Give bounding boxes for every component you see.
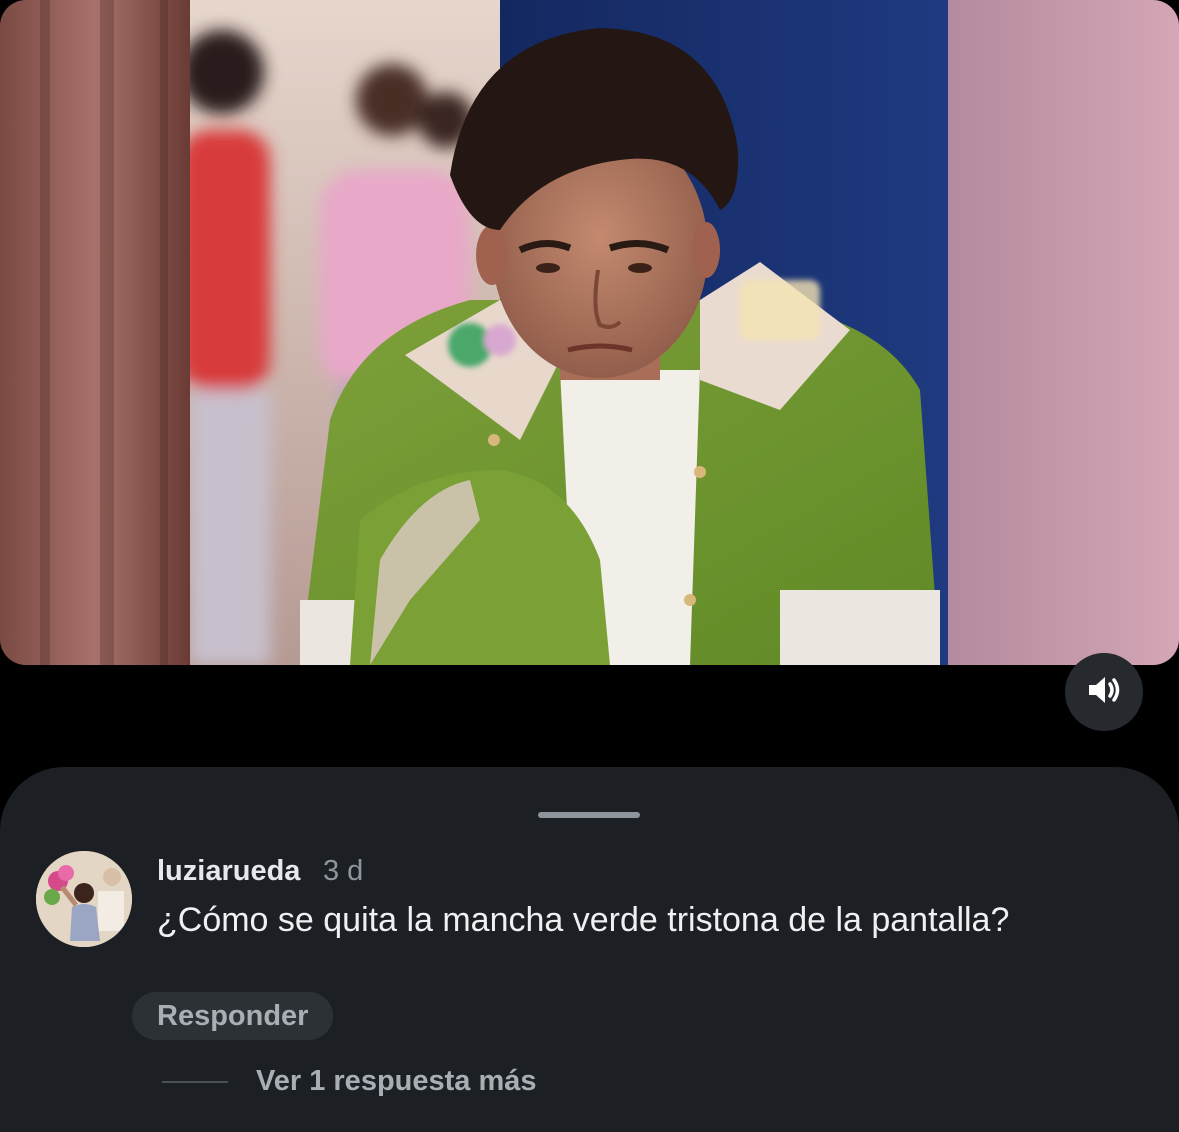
comment-username[interactable]: luziarueda — [157, 855, 300, 888]
reply-label: Responder — [157, 999, 309, 1032]
reel-screen: 356 luziarueda 3 d ¿Cómo se quita la man… — [0, 0, 1179, 1132]
replies-divider — [162, 1081, 228, 1083]
comments-sheet: luziarueda 3 d ¿Cómo se quita la mancha … — [0, 767, 1179, 1132]
reply-button[interactable]: Responder — [132, 992, 334, 1040]
comment-timestamp: 3 d — [323, 855, 364, 887]
sound-toggle-button[interactable] — [1065, 653, 1143, 731]
video-player[interactable] — [0, 0, 1179, 665]
sheet-drag-handle[interactable] — [538, 812, 640, 818]
view-replies-button[interactable]: Ver 1 respuesta más — [256, 1065, 537, 1098]
speaker-on-icon — [1086, 674, 1122, 711]
avatar[interactable] — [36, 851, 132, 947]
comment-text: ¿Cómo se quita la mancha verde tristona … — [157, 901, 1010, 939]
video-frame-image — [0, 0, 1179, 665]
